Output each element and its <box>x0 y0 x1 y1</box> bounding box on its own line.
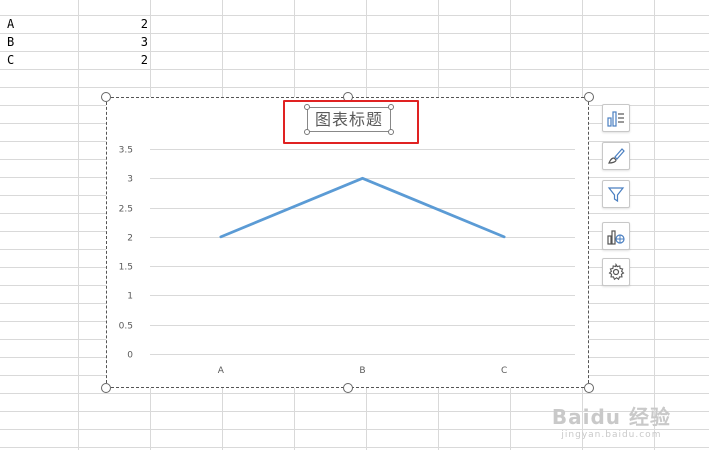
y-tick-label: 2 <box>127 234 133 244</box>
watermark-main: Baidu 经验 <box>551 405 671 429</box>
cell-a1[interactable]: A <box>7 15 14 33</box>
chart-resize-handle-bottom-right[interactable] <box>584 383 594 393</box>
x-tick-label: B <box>359 366 365 376</box>
chart-elements-icon <box>607 111 624 127</box>
series-line <box>219 176 506 239</box>
chart-filter-icon <box>607 187 625 203</box>
chart-resize-handle-top[interactable] <box>343 92 353 102</box>
settings-icon <box>608 263 625 281</box>
cell-a3[interactable]: C <box>7 51 14 69</box>
chart-type-icon <box>607 230 625 245</box>
chart-title[interactable]: 图表标题 <box>307 107 391 132</box>
chart-style-button[interactable] <box>602 142 630 170</box>
title-resize-handle[interactable] <box>388 104 394 110</box>
cell-b1[interactable]: 2 <box>80 15 148 33</box>
y-tick-label: 1 <box>127 292 133 302</box>
chart-filter-button[interactable] <box>602 180 630 208</box>
cell-b3[interactable]: 2 <box>80 51 148 69</box>
chart-resize-handle-bottom-left[interactable] <box>101 383 111 393</box>
y-tick-label: 3.5 <box>119 146 133 156</box>
chart-elements-button[interactable] <box>602 104 630 132</box>
chart-settings-button[interactable] <box>602 258 630 286</box>
title-resize-handle[interactable] <box>304 129 310 135</box>
y-tick-label: 2.5 <box>119 205 133 215</box>
title-resize-handle[interactable] <box>304 104 310 110</box>
y-tick-label: 3 <box>127 175 133 185</box>
chart-resize-handle-top-left[interactable] <box>101 92 111 102</box>
title-resize-handle[interactable] <box>388 129 394 135</box>
line-chart-plot: 3.5 3 2.5 2 1.5 1 0.5 0 A B C <box>119 146 575 376</box>
y-tick-label: 0 <box>127 351 133 361</box>
watermark: Baidu 经验 jingyan.baidu.com <box>552 401 671 440</box>
cell-b2[interactable]: 3 <box>80 33 148 51</box>
x-tick-label: C <box>501 366 507 376</box>
cell-a2[interactable]: B <box>7 33 14 51</box>
y-tick-label: 0.5 <box>119 322 133 332</box>
watermark-sub: jingyan.baidu.com <box>561 430 662 440</box>
chart-style-icon <box>608 148 625 164</box>
chart-resize-handle-top-right[interactable] <box>584 92 594 102</box>
x-tick-label: A <box>218 366 225 376</box>
y-tick-label: 1.5 <box>119 263 133 273</box>
chart-type-button[interactable] <box>602 222 630 250</box>
chart-resize-handle-bottom[interactable] <box>343 383 353 393</box>
chart-object[interactable]: 3.5 3 2.5 2 1.5 1 0.5 0 A B C 图表标题 <box>106 97 589 388</box>
